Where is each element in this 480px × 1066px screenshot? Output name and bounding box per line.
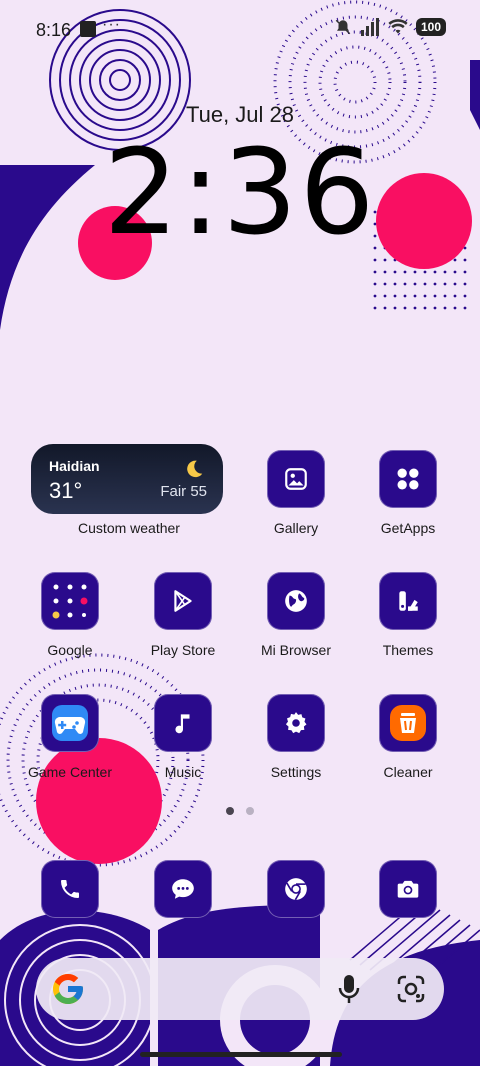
- gear-icon: [267, 694, 325, 752]
- app-label: Mi Browser: [260, 642, 331, 658]
- lens-icon[interactable]: [396, 974, 426, 1004]
- mic-icon[interactable]: [338, 974, 360, 1004]
- weather-temperature: 31°: [49, 478, 83, 503]
- page-indicator[interactable]: [0, 807, 480, 815]
- app-getapps[interactable]: GetApps: [353, 450, 463, 536]
- app-label: GetApps: [380, 520, 436, 536]
- status-time: 8:16: [36, 20, 72, 40]
- app-mi-browser[interactable]: Mi Browser: [241, 572, 351, 658]
- app-label: Google: [47, 642, 93, 658]
- page-dot[interactable]: [246, 807, 254, 815]
- gallery-icon: [267, 450, 325, 508]
- google-folder-icon: [41, 572, 99, 630]
- moon-icon: [187, 460, 203, 478]
- app-label: Music: [164, 764, 202, 780]
- app-game-center[interactable]: Game Center: [15, 694, 125, 780]
- clock-time: 2:36: [103, 123, 377, 261]
- play-store-icon: [154, 572, 212, 630]
- gamepad-icon: [41, 694, 99, 752]
- status-bar: 8:16 ··· 100: [0, 0, 480, 60]
- app-music[interactable]: Music: [128, 694, 238, 780]
- dock-phone[interactable]: [15, 860, 125, 918]
- app-label: Game Center: [27, 764, 113, 780]
- globe-icon: [267, 572, 325, 630]
- app-cleaner[interactable]: Cleaner: [353, 694, 463, 780]
- app-settings[interactable]: Settings: [241, 694, 351, 780]
- google-g-icon: [53, 974, 83, 1004]
- google-search-bar[interactable]: [36, 958, 444, 1020]
- dock-chrome[interactable]: [241, 860, 351, 918]
- camera-icon: [379, 860, 437, 918]
- message-icon: [154, 860, 212, 918]
- notification-square-icon: [80, 21, 96, 37]
- app-label: Cleaner: [383, 764, 433, 780]
- mute-icon: [335, 19, 351, 35]
- weather-city: Haidian: [49, 458, 100, 474]
- dock-messages[interactable]: [128, 860, 238, 918]
- weather-widget-label: Custom weather: [78, 520, 180, 536]
- gesture-navigation-bar[interactable]: [140, 1052, 342, 1057]
- page-dot-active[interactable]: [226, 807, 234, 815]
- music-note-icon: [154, 694, 212, 752]
- signal-icon: [360, 18, 379, 36]
- weather-condition: Fair 55: [160, 483, 207, 500]
- app-label: Settings: [270, 764, 322, 780]
- app-label: Gallery: [273, 520, 319, 536]
- app-gallery[interactable]: Gallery: [241, 450, 351, 536]
- phone-icon: [41, 860, 99, 918]
- app-label: Themes: [382, 642, 434, 658]
- app-google-folder[interactable]: Google: [15, 572, 125, 658]
- chrome-icon: [267, 860, 325, 918]
- wifi-icon: [388, 19, 408, 34]
- dock-camera[interactable]: [353, 860, 463, 918]
- more-dots-icon: ···: [102, 16, 121, 33]
- battery-icon: 100: [415, 18, 446, 36]
- weather-widget[interactable]: Haidian 31° Fair 55: [31, 444, 223, 514]
- app-themes[interactable]: Themes: [353, 572, 463, 658]
- trash-icon: [379, 694, 437, 752]
- app-play-store[interactable]: Play Store: [128, 572, 238, 658]
- themes-icon: [379, 572, 437, 630]
- app-label: Play Store: [150, 642, 216, 658]
- getapps-icon: [379, 450, 437, 508]
- dock: [0, 860, 480, 920]
